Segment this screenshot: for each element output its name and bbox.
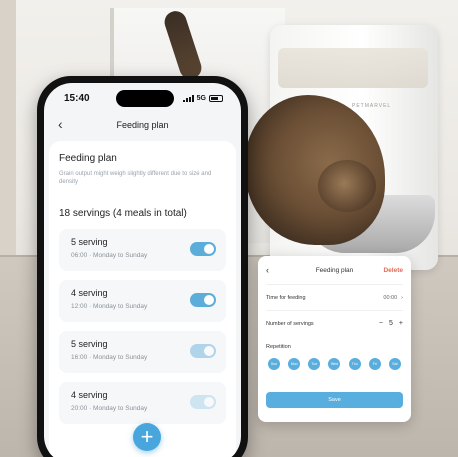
servings-summary: 18 servings (4 meals in total) — [59, 208, 187, 219]
phone-screen: 15:40 5G ‹ Feeding plan Feeding plan Gra… — [44, 83, 241, 457]
meal-toggle[interactable] — [190, 242, 216, 256]
day-thu[interactable]: Thu — [348, 358, 361, 370]
day-wed[interactable]: Wed — [328, 358, 341, 370]
day-sat[interactable]: Sat — [388, 358, 401, 370]
feeder-hopper — [278, 48, 428, 88]
signal-icon — [182, 94, 194, 102]
add-meal-button[interactable]: + — [133, 423, 161, 451]
day-fri[interactable]: Fri — [368, 358, 381, 370]
dynamic-island — [116, 90, 174, 107]
feeder-brand-logo: PETMARVEL — [352, 103, 392, 109]
meal-item[interactable]: 5 serving 06:00 · Monday to Sunday — [59, 229, 226, 271]
network-type: 5G — [196, 94, 206, 102]
meal-toggle[interactable] — [190, 344, 216, 358]
card-title: Feeding plan — [315, 266, 354, 274]
meal-item[interactable]: 4 serving 20:00 · Monday to Sunday — [59, 382, 226, 424]
delete-button[interactable]: Delete — [383, 267, 403, 274]
time-label: Time for feeding — [266, 294, 306, 301]
repetition-label: Repetition — [266, 344, 291, 350]
plan-heading: Feeding plan — [59, 153, 117, 164]
save-button[interactable]: Save — [266, 392, 403, 408]
back-icon[interactable]: ‹ — [58, 116, 63, 132]
day-mon[interactable]: Mon — [288, 358, 301, 370]
card-back-icon[interactable]: ‹ — [266, 265, 286, 275]
servings-stepper: − 5 + — [379, 320, 403, 327]
app-header: ‹ Feeding plan — [44, 113, 241, 137]
feeding-plan-panel: Feeding plan Grain output might weigh sl… — [49, 141, 236, 457]
servings-value: 5 — [389, 320, 393, 327]
day-tue[interactable]: Tue — [308, 358, 321, 370]
edit-feeding-card: ‹ Feeding plan Delete Time for feeding 0… — [258, 256, 411, 422]
phone: 15:40 5G ‹ Feeding plan Feeding plan Gra… — [37, 76, 248, 457]
meal-item[interactable]: 4 serving 12:00 · Monday to Sunday — [59, 280, 226, 322]
plus-button[interactable]: + — [399, 320, 403, 327]
card-header: ‹ Feeding plan Delete — [266, 256, 403, 284]
cat-head — [318, 160, 376, 212]
servings-row: Number of servings − 5 + — [266, 310, 403, 336]
servings-label: Number of servings — [266, 320, 314, 327]
time-value: 00:00 — [383, 294, 398, 301]
minus-button[interactable]: − — [379, 320, 383, 327]
meal-toggle[interactable] — [190, 395, 216, 409]
page-title: Feeding plan — [116, 120, 169, 130]
chevron-right-icon: › — [401, 294, 403, 301]
day-selector: Sun Mon Tue Wed Thu Fri Sat — [266, 358, 403, 370]
status-indicators: 5G — [182, 94, 223, 102]
status-time: 15:40 — [64, 92, 90, 104]
time-row[interactable]: Time for feeding 00:00 › — [266, 284, 403, 310]
day-sun[interactable]: Sun — [268, 358, 280, 370]
meal-item[interactable]: 5 serving 16:00 · Monday to Sunday — [59, 331, 226, 373]
plan-note: Grain output might weigh slightly differ… — [59, 171, 212, 185]
battery-icon — [209, 94, 223, 102]
meal-toggle[interactable] — [190, 293, 216, 307]
